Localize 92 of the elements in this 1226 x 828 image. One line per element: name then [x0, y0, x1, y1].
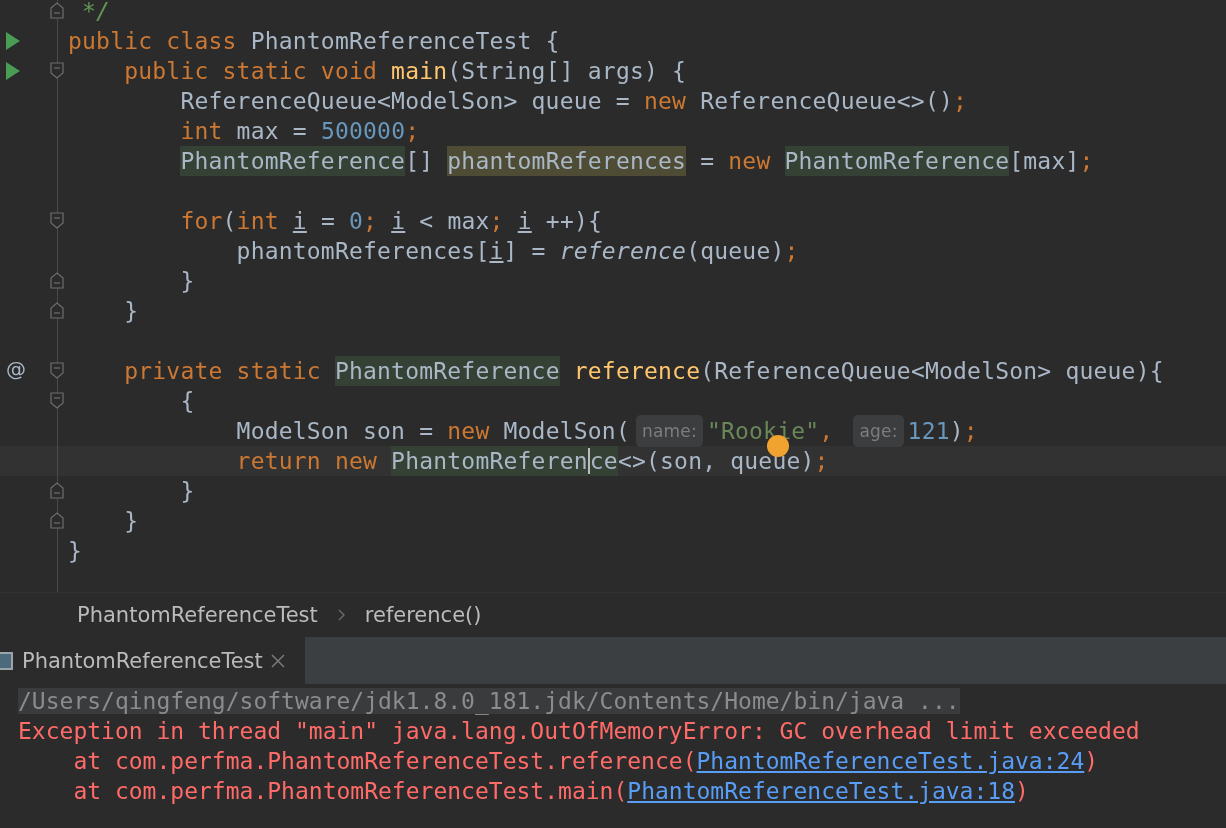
code-token: [] [405, 147, 435, 176]
code-token: */ [82, 0, 111, 26]
code-token: ; [814, 447, 829, 476]
fold-icon[interactable] [50, 392, 64, 409]
code-token: (ReferenceQueue<ModelSon> queue){ [700, 357, 1164, 386]
code-token: ++){ [545, 207, 603, 236]
code-token: max = [236, 117, 308, 146]
run-icon[interactable] [6, 62, 20, 80]
breadcrumb[interactable]: PhantomReferenceTest [77, 603, 318, 627]
code-token: ReferenceQueue<ModelSon> queue = [180, 87, 631, 116]
code-token: phantomReferences [447, 146, 687, 176]
code-token: for [180, 207, 223, 236]
run-icon[interactable] [6, 32, 20, 50]
code-token: i [517, 207, 532, 236]
fold-icon[interactable] [50, 302, 64, 319]
run-tab[interactable]: PhantomReferenceTest [0, 637, 305, 684]
fold-icon[interactable] [50, 362, 64, 379]
tab-label: PhantomReferenceTest [22, 648, 263, 673]
parameter-hint: name: [635, 415, 703, 447]
code-token: ] = [503, 237, 547, 266]
code-token: return new [236, 447, 379, 476]
code-token: [max] [1009, 147, 1080, 176]
code-token: { [180, 387, 195, 416]
code-token: new [643, 87, 688, 116]
code-token: < max [419, 207, 490, 236]
fold-icon[interactable] [50, 272, 64, 289]
code-token: = [320, 207, 336, 236]
code-token: ModelSon( [503, 417, 630, 446]
code-token: } [124, 297, 139, 326]
code-token: ; [953, 87, 968, 116]
console-text: ) [1084, 748, 1099, 774]
code-token: ; [963, 417, 978, 446]
code-token: new [728, 147, 772, 176]
chevron-icon [337, 609, 345, 621]
code-token: i [292, 207, 307, 236]
code-token: = [700, 147, 716, 176]
source-link[interactable]: PhantomReferenceTest.java:18 [627, 778, 1015, 804]
code-token: ) [949, 417, 964, 446]
code-token: PhantomReferenceTest { [250, 27, 560, 56]
fold-icon[interactable] [50, 482, 64, 499]
code-token: ; [363, 207, 379, 236]
code-token: , [819, 417, 835, 446]
fold-icon[interactable] [50, 2, 64, 19]
fold-icon[interactable] [50, 212, 64, 229]
close-icon[interactable] [270, 653, 285, 668]
code-token: new [447, 417, 491, 446]
parameter-hint: age: [853, 415, 904, 447]
fold-icon[interactable] [50, 512, 64, 529]
gutter-marker[interactable]: @ [6, 357, 26, 381]
code-token: ; [1079, 147, 1094, 176]
code-token: PhantomReference [180, 146, 406, 176]
code-token: } [124, 507, 139, 536]
code-token: } [180, 267, 195, 296]
code-token: <>(son, queue) [617, 447, 815, 476]
console-text: at com.perfma.PhantomReferenceTest.main( [72, 778, 628, 804]
code-token: public class [68, 27, 238, 56]
code-token: ; [489, 207, 505, 236]
code-token: ; [784, 237, 799, 266]
code-token: phantomReferences[ [236, 237, 490, 266]
code-token: reference [559, 237, 687, 266]
code-token: ModelSon son = [236, 417, 435, 446]
code-token: (String[] args) { [447, 57, 687, 86]
code-token: ( [222, 207, 237, 236]
code-token: reference [573, 357, 701, 386]
code-token: 500000 [320, 117, 406, 146]
code-token: int [236, 207, 280, 236]
code-token: public static void [124, 57, 379, 86]
code-token: i [391, 207, 406, 236]
code-token: 0 [349, 207, 364, 236]
code-token: private static [124, 357, 322, 386]
code-token: } [180, 477, 195, 506]
console-icon [0, 650, 14, 671]
code-token: ce [589, 446, 618, 476]
code-token: ; [405, 117, 420, 146]
code-token: main [391, 57, 448, 86]
code-token: "Rookie" [706, 417, 820, 446]
console-text: at com.perfma.PhantomReferenceTest.reference( [72, 748, 697, 774]
fold-icon[interactable] [50, 62, 64, 79]
code-token: i [489, 237, 504, 266]
code-token: PhantomReference [334, 356, 560, 386]
code-token: 121 [907, 417, 950, 446]
console-text: /Users/qingfeng/software/jdk1.8.0_181.jdk/Contents/Home/bin/java ... [18, 688, 960, 714]
console-text: Exception in thread "main" java.lang.OutOfMemoryError: GC overhead limit exceeded [18, 718, 1140, 744]
breadcrumb[interactable]: reference() [364, 603, 482, 627]
code-token: PhantomReference [784, 146, 1010, 176]
code-token: PhantomReferen [391, 446, 588, 476]
code-token: } [68, 537, 83, 566]
code-token: ReferenceQueue<>() [700, 87, 953, 116]
code-token: int [180, 117, 224, 146]
console-text: ) [1015, 778, 1029, 804]
code-token: (queue) [686, 237, 785, 266]
source-link[interactable]: PhantomReferenceTest.java:24 [696, 748, 1085, 774]
